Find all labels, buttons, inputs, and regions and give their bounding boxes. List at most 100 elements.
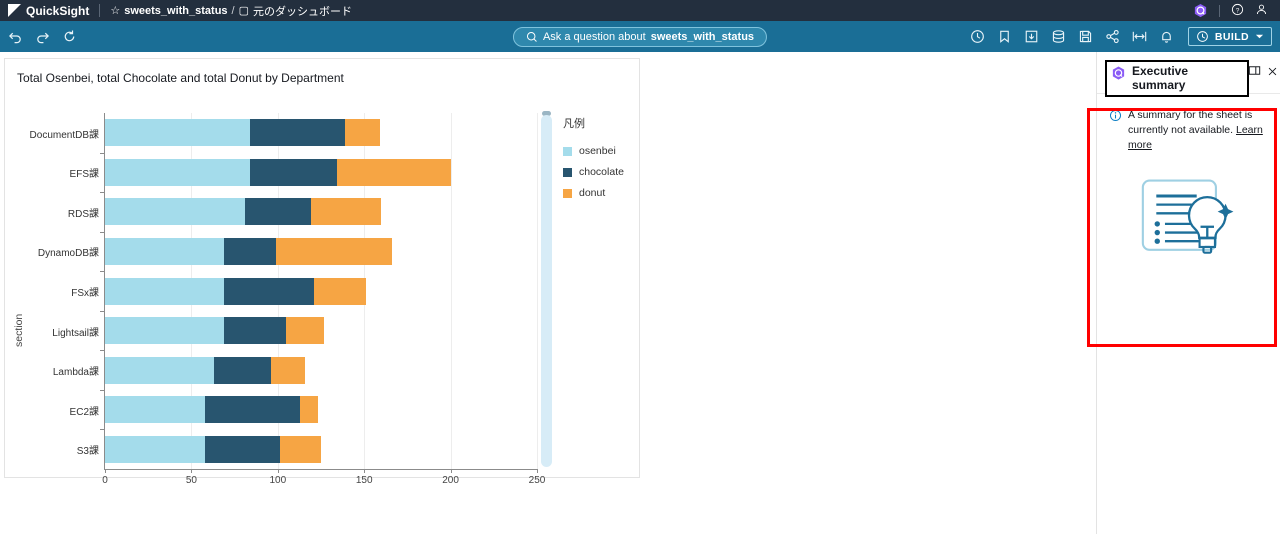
bar-segment-osenbei[interactable]	[105, 237, 225, 265]
bar-segment-chocolate[interactable]	[213, 356, 271, 384]
bar-segment-osenbei[interactable]	[105, 317, 225, 345]
bookmark-icon[interactable]	[997, 29, 1012, 44]
bar-segment-donut[interactable]	[300, 396, 318, 424]
bar-row[interactable]	[105, 198, 382, 226]
user-icon[interactable]	[1255, 3, 1268, 19]
bar-segment-donut[interactable]	[310, 198, 382, 226]
bar-row[interactable]	[105, 158, 451, 186]
bar-segment-osenbei[interactable]	[105, 356, 214, 384]
bar-segment-chocolate[interactable]	[244, 198, 311, 226]
download-icon[interactable]	[1024, 29, 1039, 44]
bell-icon[interactable]	[1159, 29, 1174, 44]
panel-header: Executive summary	[1097, 52, 1280, 97]
bar-row[interactable]	[105, 277, 366, 305]
legend-item-donut[interactable]: donut	[563, 187, 624, 199]
main-area: Total Osenbei, total Chocolate and total…	[0, 52, 1280, 534]
chart-scrollbar[interactable]	[541, 115, 552, 467]
divider	[1219, 4, 1220, 17]
chart-legend: 凡例 osenbei chocolate donut	[563, 115, 624, 208]
y-axis-tick	[100, 350, 105, 352]
legend-item-osenbei[interactable]: osenbei	[563, 145, 624, 157]
panel-body: A summary for the sheet is currently not…	[1097, 94, 1280, 271]
bar-segment-chocolate[interactable]	[250, 158, 337, 186]
legend-item-chocolate[interactable]: chocolate	[563, 166, 624, 178]
bar-segment-chocolate[interactable]	[250, 119, 346, 147]
y-axis-category-label: S3課	[76, 446, 99, 458]
bar-row[interactable]	[105, 435, 321, 463]
bar-segment-osenbei[interactable]	[105, 277, 225, 305]
bar-segment-osenbei[interactable]	[105, 396, 206, 424]
ask-question-prefix: Ask a question about	[542, 30, 646, 43]
bar-segment-chocolate[interactable]	[224, 277, 315, 305]
x-axis-tick-label: 200	[442, 475, 459, 486]
y-axis-category-label: DocumentDB課	[29, 129, 99, 141]
top-bar-actions: ?	[1193, 3, 1272, 19]
build-button[interactable]: BUILD	[1187, 27, 1272, 46]
divider	[99, 4, 101, 17]
y-axis-tick	[100, 429, 105, 431]
x-axis-tick	[537, 469, 538, 473]
visual-title: Total Osenbei, total Chocolate and total…	[17, 71, 344, 85]
bar-row[interactable]	[105, 237, 392, 265]
y-axis-category-label: RDS課	[67, 208, 99, 220]
bar-segment-donut[interactable]	[270, 356, 306, 384]
bar-row[interactable]	[105, 396, 318, 424]
breadcrumb-dataset[interactable]: sweets_with_status	[124, 5, 227, 17]
bar-segment-osenbei[interactable]	[105, 119, 251, 147]
bar-row[interactable]	[105, 317, 325, 345]
y-axis-category-label: DynamoDB課	[37, 248, 99, 260]
undo-icon[interactable]	[8, 29, 23, 44]
bar-segment-donut[interactable]	[279, 435, 321, 463]
chart-bars	[105, 113, 537, 469]
q-assistant-icon[interactable]	[1193, 3, 1208, 19]
data-icon[interactable]	[1051, 29, 1066, 44]
quicksight-brand[interactable]: QuickSight	[8, 4, 89, 18]
visual-container[interactable]: Total Osenbei, total Chocolate and total…	[4, 58, 640, 486]
toolbar-right-group: BUILD	[970, 27, 1272, 46]
bar-segment-chocolate[interactable]	[224, 317, 287, 345]
x-axis-tick	[450, 469, 452, 473]
ask-question-button[interactable]: Ask a question about sweets_with_status	[512, 26, 768, 47]
bar-segment-chocolate[interactable]	[224, 237, 277, 265]
y-axis-tick	[100, 152, 105, 154]
share-icon[interactable]	[1105, 29, 1120, 44]
reset-icon[interactable]	[62, 29, 77, 44]
star-icon[interactable]: ☆	[110, 4, 120, 17]
save-icon[interactable]	[1078, 29, 1093, 44]
bar-segment-chocolate[interactable]	[205, 435, 280, 463]
bar-segment-osenbei[interactable]	[105, 435, 206, 463]
x-axis-tick	[364, 469, 366, 473]
toolbar: Ask a question about sweets_with_status	[0, 21, 1280, 52]
summary-lightbulb-illustration	[1109, 171, 1268, 271]
top-bar: QuickSight ☆ sweets_with_status / ▢ 元のダッ…	[0, 0, 1280, 21]
redo-icon[interactable]	[35, 29, 50, 44]
bar-segment-donut[interactable]	[286, 317, 325, 345]
bar-row[interactable]	[105, 356, 306, 384]
bar-segment-donut[interactable]	[336, 158, 451, 186]
y-axis-tick	[100, 310, 105, 312]
bar-segment-donut[interactable]	[276, 237, 392, 265]
y-axis-category-label: FSx課	[71, 288, 99, 299]
breadcrumb: ☆ sweets_with_status / ▢ 元のダッシュボード	[110, 3, 352, 19]
bar-segment-donut[interactable]	[345, 119, 380, 147]
bar-segment-donut[interactable]	[314, 277, 366, 305]
legend-swatch	[563, 167, 572, 177]
fit-width-icon[interactable]	[1132, 29, 1147, 44]
x-axis-tick	[277, 469, 279, 473]
close-icon[interactable]	[1267, 64, 1278, 82]
x-axis-tick-label: 50	[185, 475, 197, 486]
bar-row[interactable]	[105, 119, 380, 147]
bar-segment-osenbei[interactable]	[105, 198, 245, 226]
toolbar-left-group	[8, 29, 77, 44]
help-icon[interactable]: ?	[1231, 3, 1244, 19]
bar-segment-osenbei[interactable]	[105, 158, 251, 186]
panel-layout-icon[interactable]	[1248, 64, 1261, 82]
x-axis-tick-label: 250	[528, 475, 546, 486]
q-build-icon	[1197, 31, 1208, 42]
bar-segment-chocolate[interactable]	[205, 396, 301, 424]
legend-label: chocolate	[579, 166, 624, 178]
svg-text:?: ?	[1236, 7, 1240, 14]
x-axis-tick-label: 100	[269, 475, 287, 486]
clock-icon[interactable]	[970, 29, 985, 44]
breadcrumb-sheet[interactable]: 元のダッシュボード	[253, 3, 352, 19]
